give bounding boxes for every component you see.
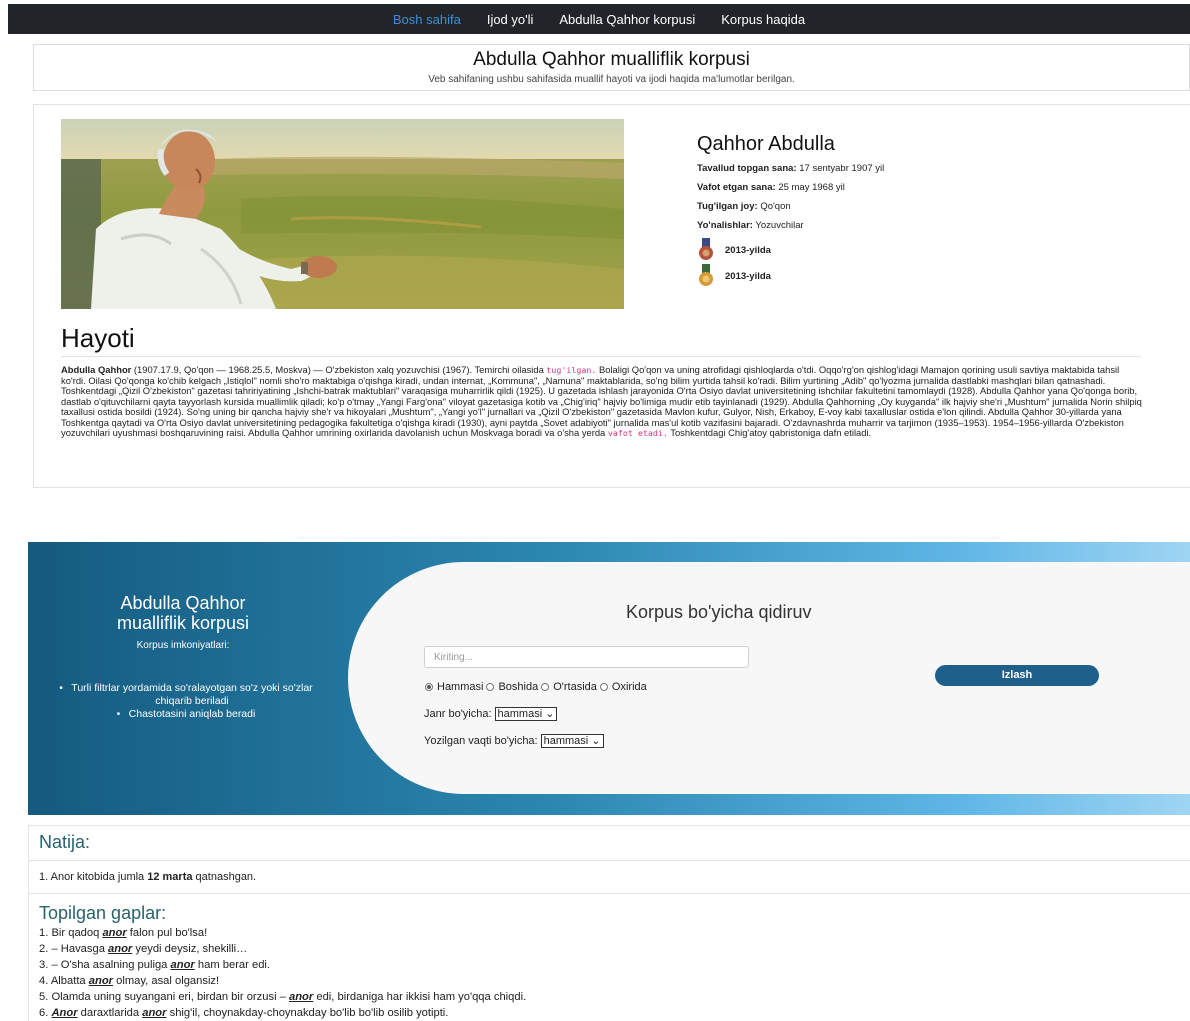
- sentence-item: 4. Albatta anor olmay, asal olgansiz!: [39, 975, 220, 987]
- sentence-item: 2. – Havasga anor yeydi deysiz, shekilli…: [39, 943, 248, 955]
- result-count: 1. Anor kitobida jumla 12 marta qatnashg…: [39, 871, 257, 883]
- radio-start[interactable]: [486, 683, 495, 691]
- birth-date-row: Tavallud topgan sana: 17 sentyabr 1907 y…: [697, 163, 885, 174]
- genre-select[interactable]: hammasi ⌄: [494, 707, 558, 721]
- time-filter: Yozilgan vaqti bo'yicha: hammasi ⌄: [424, 734, 604, 748]
- medal-icon: [699, 238, 713, 260]
- birth-link[interactable]: tug'ilgan.: [546, 365, 596, 375]
- sentence-list: 1. Bir qadoq anor falon pul bo'lsa! 2. –…: [39, 925, 526, 1021]
- banner-info: Abdulla Qahhor mualliflik korpusi Korpus…: [28, 542, 338, 815]
- radio-all[interactable]: [425, 683, 433, 691]
- banner-subtitle: Korpus imkoniyatlari:: [136, 640, 230, 651]
- genre-filter: Janr bo'yicha: hammasi ⌄: [424, 707, 558, 721]
- feature-item: Chastotasini aniqlab beradi: [52, 708, 332, 721]
- award-row: 2013-yilda: [697, 263, 1177, 289]
- birthplace-row: Tug'ilgan joy: Qo'qon: [697, 201, 791, 212]
- nav-about-link[interactable]: Korpus haqida: [708, 12, 818, 27]
- radio-middle[interactable]: [541, 683, 550, 691]
- death-link[interactable]: vafot etadi.: [608, 428, 668, 438]
- award-year: 2013-yilda: [725, 270, 771, 282]
- divider: [28, 893, 1190, 894]
- banner-title: Abdulla Qahhor mualliflik korpusi: [116, 593, 250, 633]
- author-portrait: [61, 119, 624, 309]
- position-filter: Hammasi Boshida O'rtasida Oxirida: [424, 681, 647, 693]
- header-card: Abdulla Qahhor mualliflik korpusi Veb sa…: [33, 44, 1190, 91]
- feature-item: Turli filtrlar yordamida so'ralayotgan s…: [52, 682, 332, 708]
- biography-heading: Hayoti: [61, 323, 135, 353]
- chevron-down-icon: ⌄: [591, 735, 601, 747]
- radio-end[interactable]: [599, 683, 608, 691]
- top-navbar: Bosh sahifa Ijod yo'li Abdulla Qahhor ko…: [8, 4, 1190, 34]
- search-button[interactable]: Izlash: [935, 665, 1099, 686]
- nav-corpus-link[interactable]: Abdulla Qahhor korpusi: [546, 12, 708, 27]
- profile-info: Qahhor Abdulla Tavallud topgan sana: 17 …: [697, 133, 1177, 289]
- found-sentences-heading: Topilgan gaplar:: [39, 903, 167, 923]
- search-title: Korpus bo'yicha qidiruv: [626, 602, 812, 622]
- time-select[interactable]: hammasi ⌄: [540, 734, 604, 748]
- page-subtitle: Veb sahifaning ushbu sahifasida muallif …: [428, 74, 795, 85]
- nav-ijod-link[interactable]: Ijod yo'li: [474, 12, 547, 27]
- genre-row: Yo'nalishlar: Yozuvchilar: [697, 220, 804, 231]
- results-heading: Natija:: [39, 832, 91, 852]
- chevron-down-icon: ⌄: [545, 708, 555, 720]
- time-label: Yozilgan vaqti bo'yicha:: [424, 735, 538, 747]
- author-name: Qahhor Abdulla: [697, 133, 835, 155]
- divider: [28, 860, 1190, 861]
- death-date-row: Vafot etgan sana: 25 may 1968 yil: [697, 182, 845, 193]
- divider: [61, 356, 1141, 357]
- award-year: 2013-yilda: [725, 244, 771, 256]
- biography-text: Abdulla Qahhor (1907.17.9, Qo'qon — 1968…: [61, 364, 1142, 438]
- sentence-item: 5. Olamda uning suyangani eri, birdan bi…: [39, 991, 527, 1003]
- sentence-item: 6. Anor daraxtlarida anor shig'il, choyn…: [39, 1007, 449, 1019]
- genre-label: Janr bo'yicha:: [424, 708, 492, 720]
- sentence-item: 3. – O'sha asalning puliga anor ham bera…: [39, 959, 271, 971]
- medal-icon: [699, 264, 713, 286]
- award-row: 2013-yilda: [697, 237, 1177, 263]
- sentence-item: 1. Bir qadoq anor falon pul bo'lsa!: [39, 927, 208, 939]
- nav-home-link[interactable]: Bosh sahifa: [380, 12, 474, 27]
- search-input[interactable]: [424, 646, 749, 668]
- page-title: Abdulla Qahhor mualliflik korpusi: [473, 49, 750, 70]
- features-list: Turli filtrlar yordamida so'ralayotgan s…: [52, 682, 332, 721]
